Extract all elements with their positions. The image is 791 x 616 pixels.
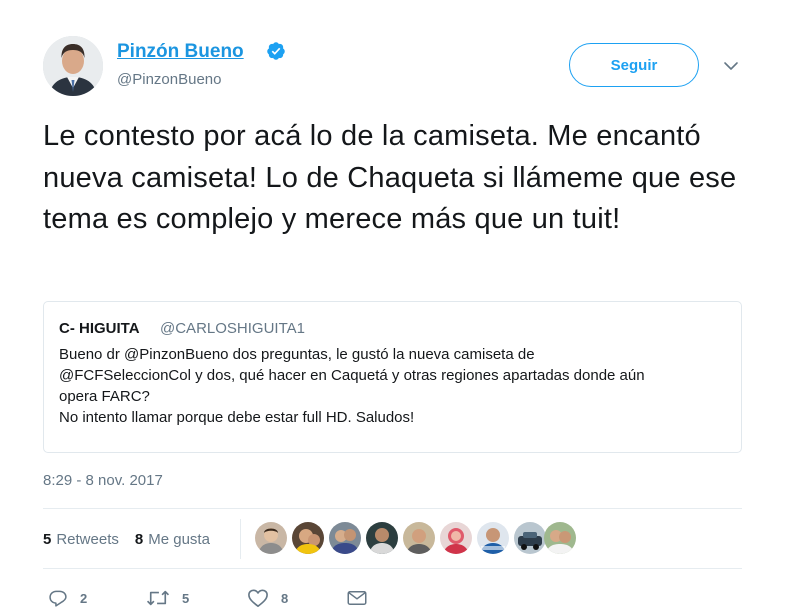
likes-label: Me gusta	[148, 530, 210, 548]
verified-badge-icon	[267, 42, 285, 60]
reply-icon	[49, 590, 67, 607]
chevron-down-icon[interactable]	[723, 60, 739, 72]
reply-count: 2	[80, 590, 88, 606]
retweet-action[interactable]: 5	[146, 587, 189, 609]
tweet-stats: 5 Retweets 8 Me gusta	[43, 527, 210, 551]
retweets-label: Retweets	[56, 530, 119, 548]
envelope-icon	[347, 591, 367, 605]
like-action[interactable]: 8	[247, 587, 288, 609]
liker-avatar[interactable]	[255, 522, 287, 554]
quoted-text-line: No intento llamar porque debe estar full…	[59, 409, 415, 426]
liker-avatar[interactable]	[403, 522, 435, 554]
liker-avatar[interactable]	[329, 522, 361, 554]
quoted-author-handle: @CARLOSHIGUITA1	[160, 320, 305, 337]
stats-separator	[240, 519, 241, 559]
retweet-count: 5	[182, 590, 190, 606]
retweets-stat[interactable]: 5 Retweets	[43, 531, 119, 548]
like-count: 8	[281, 590, 289, 606]
liker-avatar[interactable]	[514, 522, 546, 554]
author-name[interactable]: Pinzón Bueno	[117, 40, 244, 64]
retweets-count: 5	[43, 530, 52, 548]
tweet-text: Le contesto por acá lo de la camiseta. M…	[43, 120, 737, 235]
direct-message-action[interactable]	[347, 587, 379, 609]
liker-avatar[interactable]	[477, 522, 509, 554]
follow-button[interactable]: Seguir	[569, 43, 699, 87]
likes-stat[interactable]: 8 Me gusta	[135, 531, 210, 548]
divider	[43, 508, 742, 509]
likes-count: 8	[134, 530, 144, 548]
liker-avatar[interactable]	[440, 522, 472, 554]
heart-icon	[248, 589, 268, 607]
liker-avatar[interactable]	[292, 522, 324, 554]
divider	[43, 568, 742, 569]
quoted-text-line: opera FARC?	[59, 388, 150, 405]
quoted-text-line: @FCFSeleccionCol y dos, qué hacer en Caq…	[59, 367, 645, 384]
retweet-icon	[146, 590, 170, 606]
quoted-tweet-text: Bueno dr @PinzonBueno dos preguntas, le …	[59, 344, 729, 428]
tweet-timestamp[interactable]: 8:29 - 8 nov. 2017	[43, 471, 163, 491]
quoted-text-line: Bueno dr @PinzonBueno dos preguntas, le …	[59, 346, 535, 363]
reply-action[interactable]: 2	[48, 587, 87, 609]
liker-avatar[interactable]	[366, 522, 398, 554]
author-handle[interactable]: @PinzonBueno	[117, 70, 221, 90]
liker-avatar[interactable]	[544, 522, 576, 554]
quoted-author-name: C- HIGUITA	[59, 320, 140, 337]
author-avatar[interactable]	[43, 36, 103, 96]
author-avatar-image	[43, 36, 103, 96]
